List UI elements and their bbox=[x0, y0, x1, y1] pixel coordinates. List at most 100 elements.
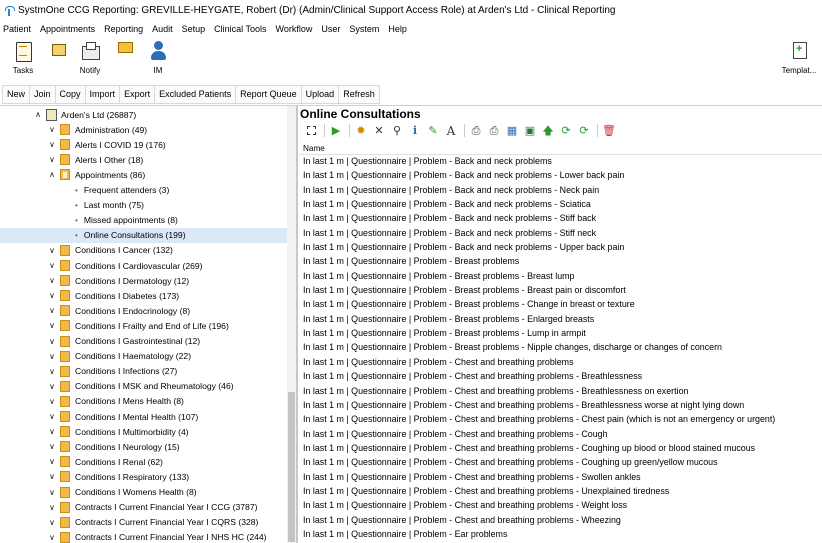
templates-button[interactable]: Templat... bbox=[776, 40, 822, 75]
report-row[interactable]: In last 1 m | Questionnaire | Problem - … bbox=[299, 254, 822, 268]
info-icon[interactable]: i bbox=[407, 123, 423, 138]
refresh-all-icon[interactable]: ⟳ bbox=[576, 123, 592, 138]
menu-setup[interactable]: Setup bbox=[182, 24, 206, 34]
tree-folder-item[interactable]: ∧ Appointments (86) bbox=[47, 167, 145, 182]
messages-icon[interactable] bbox=[118, 42, 133, 53]
tree-folder-item[interactable]: ∨ Conditions I Multimorbidity (4) bbox=[47, 424, 189, 439]
menu-patient[interactable]: Patient bbox=[3, 24, 31, 34]
im-button[interactable]: IM bbox=[135, 40, 181, 75]
tree-folder-item[interactable]: ∨ Conditions I Neurology (15) bbox=[47, 439, 180, 454]
print-icon[interactable]: ⎙ bbox=[468, 123, 484, 138]
tree-folder-item[interactable]: ∨ Conditions I Respiratory (133) bbox=[47, 469, 189, 484]
run-icon[interactable]: ▶ bbox=[328, 123, 344, 138]
report-row[interactable]: In last 1 m | Questionnaire | Problem - … bbox=[299, 398, 822, 412]
chevron-down-icon[interactable]: ∨ bbox=[47, 397, 57, 406]
export-data-icon[interactable]: ▣ bbox=[522, 123, 538, 138]
chevron-down-icon[interactable]: ∨ bbox=[47, 533, 57, 542]
report-row[interactable]: In last 1 m | Questionnaire | Problem - … bbox=[299, 168, 822, 182]
chevron-down-icon[interactable]: ∨ bbox=[47, 503, 57, 512]
excluded-patients-button[interactable]: Excluded Patients bbox=[155, 85, 237, 104]
upload-button[interactable]: Upload bbox=[301, 85, 340, 104]
join-button[interactable]: Join bbox=[30, 85, 56, 104]
chevron-down-icon[interactable]: ∨ bbox=[47, 457, 57, 466]
tree-folder-item[interactable]: ∨ Conditions I Infections (27) bbox=[47, 364, 177, 379]
tree-folder-item[interactable]: ∨ Conditions I Endocrinology (8) bbox=[47, 303, 190, 318]
report-row[interactable]: In last 1 m | Questionnaire | Problem - … bbox=[299, 412, 822, 426]
tree-folder-item[interactable]: ∨ Conditions I Frailty and End of Life (1… bbox=[47, 318, 229, 333]
chevron-down-icon[interactable]: ∨ bbox=[47, 488, 57, 497]
report-row[interactable]: In last 1 m | Questionnaire | Problem - … bbox=[299, 154, 822, 168]
report-row[interactable]: In last 1 m | Questionnaire | Problem - … bbox=[299, 269, 822, 283]
tree-leaf-item[interactable]: • Online Consultations (199) bbox=[0, 227, 287, 243]
report-row[interactable]: In last 1 m | Questionnaire | Problem - … bbox=[299, 513, 822, 527]
report-row[interactable]: In last 1 m | Questionnaire | Problem - … bbox=[299, 240, 822, 254]
import-button[interactable]: Import bbox=[85, 85, 121, 104]
tree-folder-item[interactable]: ∨ Conditions I Mens Health (8) bbox=[47, 394, 184, 409]
chevron-down-icon[interactable]: ∨ bbox=[47, 140, 57, 149]
rename-icon[interactable]: A bbox=[443, 123, 459, 138]
report-row[interactable]: In last 1 m | Questionnaire | Problem - … bbox=[299, 355, 822, 369]
tree-folder-item[interactable]: ∨ Alerts I Other (18) bbox=[47, 152, 143, 167]
chevron-down-icon[interactable]: ∨ bbox=[47, 518, 57, 527]
tree-folder-item[interactable]: ∨ Contracts I Current Financial Year I CC… bbox=[47, 500, 257, 515]
report-row[interactable]: In last 1 m | Questionnaire | Problem - … bbox=[299, 226, 822, 240]
chevron-down-icon[interactable]: ∨ bbox=[47, 412, 57, 421]
chevron-down-icon[interactable]: ∨ bbox=[47, 382, 57, 391]
tree-folder-item[interactable]: ∨ Conditions I MSK and Rheumatology (46) bbox=[47, 379, 234, 394]
tree-leaf-item[interactable]: • Missed appointments (8) bbox=[75, 213, 178, 228]
tree-folder-item[interactable]: ∨ Contracts I Current Financial Year I NH… bbox=[47, 530, 267, 543]
tree-folder-item[interactable]: ∨ Conditions I Womens Health (8) bbox=[47, 485, 197, 500]
report-row[interactable]: In last 1 m | Questionnaire | Problem - … bbox=[299, 427, 822, 441]
chevron-down-icon[interactable]: ∨ bbox=[47, 125, 57, 134]
report-row[interactable]: In last 1 m | Questionnaire | Problem - … bbox=[299, 326, 822, 340]
tree-folder-item[interactable]: ∨ Conditions I Renal (62) bbox=[47, 454, 163, 469]
report-row[interactable]: In last 1 m | Questionnaire | Problem - … bbox=[299, 470, 822, 484]
tree-folder-item[interactable]: ∨ Conditions I Dermatology (12) bbox=[47, 273, 189, 288]
menu-reporting[interactable]: Reporting bbox=[104, 24, 143, 34]
report-row[interactable]: In last 1 m | Questionnaire | Problem - … bbox=[299, 197, 822, 211]
chevron-down-icon[interactable]: ∨ bbox=[47, 367, 57, 376]
chevron-up-icon[interactable]: ∧ bbox=[33, 110, 43, 119]
tree-scrollbar[interactable] bbox=[287, 106, 296, 543]
menu-workflow[interactable]: Workflow bbox=[276, 24, 313, 34]
report-row[interactable]: In last 1 m | Questionnaire | Problem - … bbox=[299, 369, 822, 383]
tree-folder-item[interactable]: ∨ Contracts I Current Financial Year I CQ… bbox=[47, 515, 258, 530]
breakdown-icon[interactable]: ✹ bbox=[353, 123, 369, 138]
menu-appointments[interactable]: Appointments bbox=[40, 24, 95, 34]
search-icon[interactable]: ⚲ bbox=[389, 123, 405, 138]
report-row[interactable]: In last 1 m | Questionnaire | Problem - … bbox=[299, 297, 822, 311]
tree-root[interactable]: ∧ Arden's Ltd (26887) bbox=[33, 107, 136, 122]
report-row[interactable]: In last 1 m | Questionnaire | Problem - … bbox=[299, 211, 822, 225]
move-up-icon[interactable]: 🡅 bbox=[540, 123, 556, 138]
chevron-down-icon[interactable]: ∨ bbox=[47, 321, 57, 330]
report-row[interactable]: In last 1 m | Questionnaire | Problem - … bbox=[299, 340, 822, 354]
refresh-button[interactable]: Refresh bbox=[339, 85, 380, 104]
export-button[interactable]: Export bbox=[120, 85, 156, 104]
edit-icon[interactable]: ✎ bbox=[425, 123, 441, 138]
menu-help[interactable]: Help bbox=[388, 24, 407, 34]
copy-button[interactable]: Copy bbox=[55, 85, 86, 104]
report-row[interactable]: In last 1 m | Questionnaire | Problem - … bbox=[299, 183, 822, 197]
chevron-down-icon[interactable]: ∨ bbox=[47, 261, 57, 270]
report-row[interactable]: In last 1 m | Questionnaire | Problem - … bbox=[299, 312, 822, 326]
chart-icon[interactable]: ▦ bbox=[504, 123, 520, 138]
tree-folder-item[interactable]: ∨ Conditions I Haematology (22) bbox=[47, 349, 191, 364]
chevron-down-icon[interactable]: ∨ bbox=[47, 427, 57, 436]
report-row[interactable]: In last 1 m | Questionnaire | Problem - … bbox=[299, 384, 822, 398]
chevron-down-icon[interactable]: ∨ bbox=[47, 352, 57, 361]
report-row[interactable]: In last 1 m | Questionnaire | Problem - … bbox=[299, 527, 822, 541]
tree-folder-item[interactable]: ∨ Conditions I Cardiovascular (269) bbox=[47, 258, 203, 273]
chevron-down-icon[interactable]: ∨ bbox=[47, 472, 57, 481]
chevron-up-icon[interactable]: ∧ bbox=[47, 170, 57, 179]
chevron-down-icon[interactable]: ∨ bbox=[47, 291, 57, 300]
pane-splitter[interactable] bbox=[296, 106, 298, 543]
chevron-down-icon[interactable]: ∨ bbox=[47, 276, 57, 285]
pending-icon[interactable] bbox=[52, 42, 66, 56]
tree-folder-item[interactable]: ∨ Conditions I Diabetes (173) bbox=[47, 288, 179, 303]
tree-folder-item[interactable]: ∨ Conditions I Gastrointestinal (12) bbox=[47, 334, 200, 349]
tree-folder-item[interactable]: ∨ Conditions I Mental Health (107) bbox=[47, 409, 198, 424]
tree-leaf-item[interactable]: • Frequent attenders (3) bbox=[75, 183, 169, 198]
delete-results-icon[interactable]: ✕ bbox=[371, 123, 387, 138]
tree-folder-item[interactable]: ∨ Alerts I COVID 19 (176) bbox=[47, 137, 166, 152]
chevron-down-icon[interactable]: ∨ bbox=[47, 155, 57, 164]
